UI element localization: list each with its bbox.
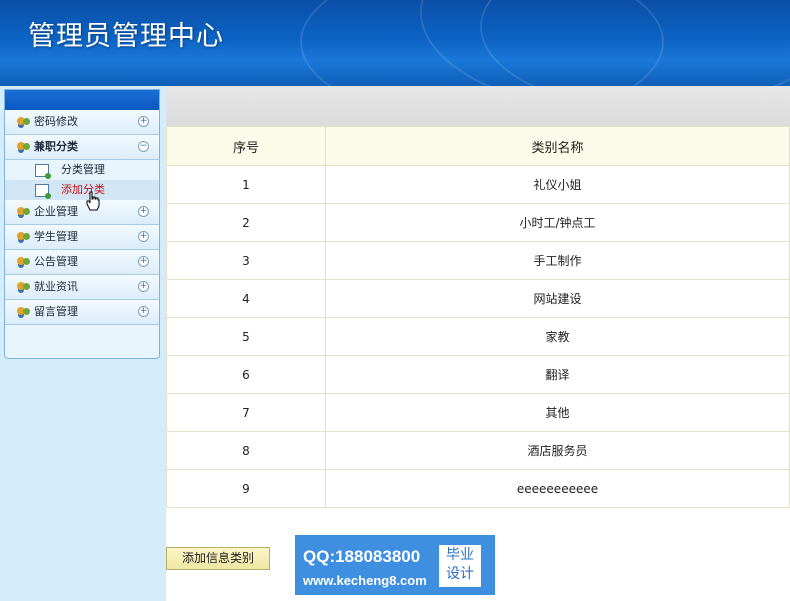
sidebar-menu: 密码修改 + 兼职分类 − 分类管理 添加分类 企业管理 + 学生管理 + 公告… — [4, 89, 160, 359]
header-banner: 管理员管理中心 — [0, 0, 790, 86]
cell-name: 手工制作 — [325, 241, 790, 280]
cell-index: 7 — [166, 393, 326, 432]
document-icon — [35, 183, 51, 199]
users-icon — [17, 141, 31, 153]
expand-icon[interactable]: + — [138, 206, 149, 217]
expand-icon[interactable]: + — [138, 281, 149, 292]
table-row: 5 家教 — [166, 317, 790, 356]
add-category-button[interactable]: 添加信息类别 — [166, 547, 270, 570]
sidebar-item-messages[interactable]: 留言管理 + — [5, 300, 159, 325]
table-row: 4 网站建设 — [166, 279, 790, 318]
expand-icon[interactable]: + — [138, 231, 149, 242]
sidebar-item-news[interactable]: 就业资讯 + — [5, 275, 159, 300]
sidebar-header-bar — [5, 90, 159, 110]
cell-name: 其他 — [325, 393, 790, 432]
sidebar-item-label: 密码修改 — [34, 115, 78, 128]
table-row: 3 手工制作 — [166, 241, 790, 280]
sidebar-item-label: 就业资讯 — [34, 280, 78, 293]
table-header-row: 序号 类别名称 — [166, 126, 790, 166]
expand-icon[interactable]: + — [138, 306, 149, 317]
content-toolbar — [166, 86, 790, 126]
page-title: 管理员管理中心 — [28, 21, 224, 52]
sidebar-item-label: 学生管理 — [34, 230, 78, 243]
cell-index: 9 — [166, 469, 326, 508]
sidebar-item-notice[interactable]: 公告管理 + — [5, 250, 159, 275]
sidebar-item-label: 公告管理 — [34, 255, 78, 268]
collapse-icon[interactable]: − — [138, 141, 149, 152]
cell-name: 小时工/钟点工 — [325, 203, 790, 242]
cell-name: 网站建设 — [325, 279, 790, 318]
column-header-index: 序号 — [166, 126, 326, 166]
users-icon — [17, 231, 31, 243]
hand-cursor-icon — [86, 191, 100, 211]
sidebar-item-student[interactable]: 学生管理 + — [5, 225, 159, 250]
sidebar-item-label: 留言管理 — [34, 305, 78, 318]
cell-index: 3 — [166, 241, 326, 280]
cell-name: 礼仪小姐 — [325, 165, 790, 204]
cell-index: 1 — [166, 165, 326, 204]
cell-index: 8 — [166, 431, 326, 470]
cell-name: eeeeeeeeeee — [325, 469, 790, 508]
sidebar-item-company[interactable]: 企业管理 + — [5, 200, 159, 225]
watermark-badge: 毕业 设计 — [439, 545, 481, 587]
cell-index: 4 — [166, 279, 326, 318]
category-table: 序号 类别名称 1 礼仪小姐 2 小时工/钟点工 3 手工制作 4 网站建设 5 家教 6… — [166, 126, 790, 508]
users-icon — [17, 116, 31, 128]
table-row: 7 其他 — [166, 393, 790, 432]
cell-index: 5 — [166, 317, 326, 356]
column-header-name: 类别名称 — [325, 126, 790, 166]
watermark-badge-line2: 设计 — [446, 566, 474, 582]
table-row: 2 小时工/钟点工 — [166, 203, 790, 242]
document-icon — [35, 163, 51, 179]
banner-decoration — [300, 0, 664, 86]
watermark-badge-line1: 毕业 — [446, 547, 474, 563]
watermark-qq: QQ:188083800 — [303, 547, 421, 566]
cell-index: 6 — [166, 355, 326, 394]
sidebar-item-category[interactable]: 兼职分类 − — [5, 135, 159, 160]
expand-icon[interactable]: + — [138, 256, 149, 267]
users-icon — [17, 306, 31, 318]
table-row: 9 eeeeeeeeeee — [166, 469, 790, 508]
cell-index: 2 — [166, 203, 326, 242]
table-row: 8 酒店服务员 — [166, 431, 790, 470]
table-row: 6 翻译 — [166, 355, 790, 394]
expand-icon[interactable]: + — [138, 116, 149, 127]
cell-name: 家教 — [325, 317, 790, 356]
users-icon — [17, 281, 31, 293]
sidebar-subitem-label: 分类管理 — [61, 163, 105, 176]
sidebar-item-label: 兼职分类 — [34, 140, 78, 153]
cell-name: 酒店服务员 — [325, 431, 790, 470]
sidebar-item-label: 企业管理 — [34, 205, 78, 218]
cell-name: 翻译 — [325, 355, 790, 394]
sidebar-subitem-category-manage[interactable]: 分类管理 — [5, 160, 159, 180]
sidebar-item-password[interactable]: 密码修改 + — [5, 110, 159, 135]
users-icon — [17, 256, 31, 268]
table-row: 1 礼仪小姐 — [166, 165, 790, 204]
sidebar-subitem-add-category[interactable]: 添加分类 — [5, 180, 159, 200]
watermark-banner: QQ:188083800 www.kecheng8.com 毕业 设计 — [295, 535, 495, 595]
users-icon — [17, 206, 31, 218]
watermark-url: www.kecheng8.com — [303, 573, 427, 588]
